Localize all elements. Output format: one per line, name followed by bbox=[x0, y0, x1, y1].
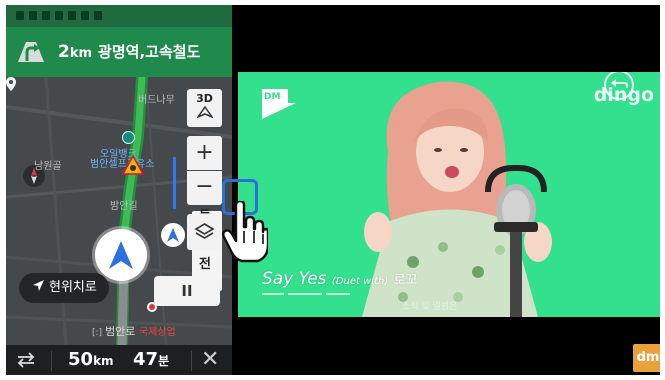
current-road-label: [:] 범안로 국제상업 bbox=[92, 323, 176, 339]
map-label: 남원골 bbox=[34, 161, 62, 172]
hand-pointer-icon bbox=[222, 201, 268, 263]
video-player[interactable]: DM dingo Say Yes (Duet with) 로꼬 소식 및 앨범은 bbox=[238, 72, 660, 317]
remaining-time-value: 47 bbox=[133, 349, 159, 370]
recenter-label: 현위치로 bbox=[49, 280, 97, 295]
route-direction-marker bbox=[161, 223, 185, 247]
channel-logo-icon: DM bbox=[262, 89, 296, 119]
location-pin-icon bbox=[6, 77, 16, 91]
remaining-distance-unit: km bbox=[93, 354, 114, 368]
status-icon bbox=[94, 11, 102, 20]
dingo-watermark: dingo bbox=[593, 84, 654, 106]
speed-camera-icon bbox=[122, 155, 144, 175]
status-bar bbox=[6, 5, 232, 27]
pause-button[interactable]: II bbox=[154, 276, 220, 306]
status-icon bbox=[42, 11, 50, 20]
status-icon bbox=[16, 11, 24, 20]
remaining-distance: 50km bbox=[68, 349, 114, 370]
status-icon bbox=[55, 11, 63, 20]
road-code: [:] bbox=[92, 328, 103, 338]
destination-name: 광명역,고속철도 bbox=[98, 43, 201, 61]
dm-badge-logo: dm bbox=[633, 344, 660, 372]
route-banner[interactable]: 2km 광명역,고속철도 bbox=[6, 27, 232, 77]
song-title: Say Yes bbox=[262, 269, 327, 289]
zoom-level-slider[interactable] bbox=[173, 157, 176, 209]
close-navigation-button[interactable]: ✕ bbox=[201, 347, 219, 372]
channel-logo-text: DM bbox=[264, 92, 280, 102]
map-label: 버드나무 bbox=[138, 95, 175, 106]
navigation-arrow-icon bbox=[109, 241, 133, 269]
zoom-out-button[interactable]: − bbox=[187, 171, 222, 205]
divider bbox=[51, 351, 52, 371]
navigation-app: 2km 광명역,고속철도 버드나무 오일뱅크 범안셀프주유소 남원골 밤안길 3… bbox=[6, 5, 232, 375]
view-mode-label: 3D bbox=[196, 92, 213, 105]
hidden-panel-label: 전 bbox=[199, 257, 211, 272]
remaining-distance-value: 50 bbox=[68, 349, 94, 370]
route-summary-bar: 50km 47분 ✕ bbox=[6, 345, 232, 375]
distance-unit: km bbox=[69, 46, 93, 61]
map-label: 밤안길 bbox=[110, 201, 138, 212]
view-mode-button[interactable]: 3D bbox=[187, 89, 222, 127]
road-name: 범안로 bbox=[105, 325, 136, 338]
song-caption: Say Yes (Duet with) 로꼬 bbox=[262, 269, 418, 289]
layers-button[interactable] bbox=[187, 214, 222, 250]
navigation-arrow-icon bbox=[167, 228, 179, 242]
location-arrow-icon bbox=[33, 273, 44, 303]
perspective-icon bbox=[196, 106, 213, 118]
gas-station-icon bbox=[122, 131, 135, 144]
song-duet-label: (Duet with) bbox=[331, 276, 389, 287]
remaining-time-unit: 분 bbox=[158, 354, 170, 368]
status-icon bbox=[81, 11, 89, 20]
screen: 2km 광명역,고속철도 버드나무 오일뱅크 범안셀프주유소 남원골 밤안길 3… bbox=[6, 5, 660, 375]
remaining-time: 47분 bbox=[133, 349, 169, 370]
watermark-text: 소식 및 앨범은 bbox=[402, 302, 458, 312]
song-artist: 로꼬 bbox=[393, 273, 418, 288]
map-label: 국제상업 bbox=[138, 327, 176, 338]
turn-right-icon bbox=[18, 42, 44, 62]
zoom-in-button[interactable]: + bbox=[187, 136, 222, 170]
divider bbox=[191, 351, 192, 371]
reroute-icon[interactable] bbox=[15, 351, 37, 369]
current-location-marker bbox=[95, 229, 147, 281]
layers-icon bbox=[194, 223, 215, 239]
recenter-button[interactable]: 현위치로 bbox=[19, 273, 109, 303]
distance-value: 2 bbox=[58, 42, 70, 62]
status-icon bbox=[29, 11, 37, 20]
credit-line bbox=[262, 291, 352, 299]
next-turn-distance: 2km 광명역,고속철도 bbox=[58, 41, 200, 62]
status-icon bbox=[68, 11, 76, 20]
